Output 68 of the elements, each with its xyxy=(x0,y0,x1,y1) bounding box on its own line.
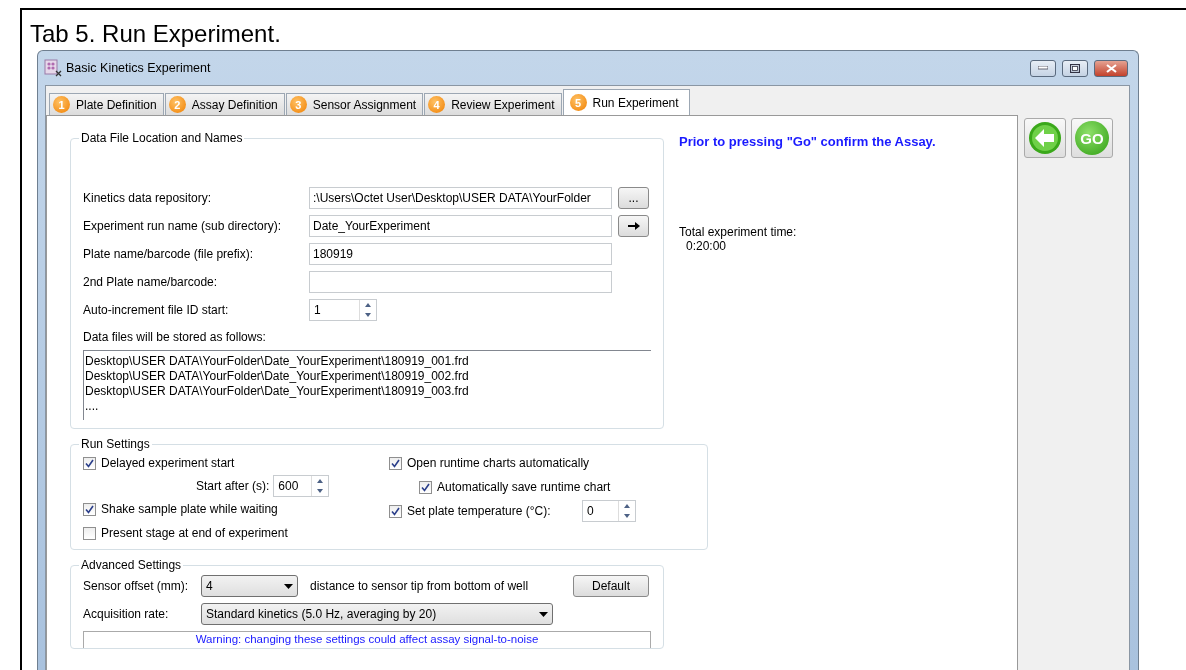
time-label: Total experiment time: xyxy=(679,225,798,239)
file-path: Desktop\USER DATA\YourFolder\Date_YourExperiment\180919_002.frd xyxy=(85,369,470,384)
figure-caption: Tab 5. Run Experiment. xyxy=(29,19,282,49)
group-title: Advanced Settings xyxy=(80,558,183,572)
checkbox[interactable] xyxy=(389,504,402,518)
checkbox-label: Shake sample plate while waiting xyxy=(101,502,278,516)
field-label: Sensor offset (mm): xyxy=(83,579,190,593)
warning-text: Warning: changing these settings could affect assay signal-to-noise xyxy=(83,631,651,648)
instruction-text: Prior to pressing "Go" confirm the Assay. xyxy=(679,134,936,149)
tab[interactable]: 5 Run Experiment xyxy=(562,89,690,115)
tab[interactable]: 2 Assay Definition xyxy=(164,93,285,115)
text-field[interactable]: 180919 xyxy=(309,243,612,265)
dropdown[interactable]: Standard kinetics (5.0 Hz, averaging by 20) xyxy=(201,603,553,625)
text-field[interactable]: :\Users\Octet User\Desktop\USER DATA\YourFolder xyxy=(309,187,612,209)
right-arrow-icon xyxy=(627,221,640,231)
field-label: Data files will be stored as follows: xyxy=(83,330,267,344)
file-path: Desktop\USER DATA\YourFolder\Date_YourExperiment\180919_003.frd xyxy=(85,384,470,399)
field-label: Kinetics data repository: xyxy=(83,191,213,205)
field-label: Plate name/barcode (file prefix): xyxy=(83,247,255,261)
arrow-button[interactable] xyxy=(618,215,649,237)
step-number-badge: 1 xyxy=(53,96,70,113)
checkbox[interactable] xyxy=(389,456,402,470)
minimize-icon xyxy=(1038,66,1048,70)
window-title: Basic Kinetics Experiment xyxy=(66,61,211,75)
field-label: Acquisition rate: xyxy=(83,607,170,621)
step-number-badge: 5 xyxy=(569,94,587,111)
step-number-badge: 2 xyxy=(168,96,186,113)
maximize-button[interactable] xyxy=(1062,59,1088,77)
close-icon xyxy=(1105,63,1117,73)
app-icon xyxy=(44,59,62,77)
spinner-field[interactable]: 0 xyxy=(582,500,636,522)
text-field[interactable]: Date_YourExperiment xyxy=(309,215,612,237)
field-description: distance to sensor tip from bottom of well xyxy=(310,579,530,593)
checkbox[interactable] xyxy=(83,456,96,470)
checkbox[interactable] xyxy=(83,526,96,540)
minimize-button[interactable] xyxy=(1030,59,1056,77)
checkbox[interactable] xyxy=(419,480,432,494)
checkbox-label: Open runtime charts automatically xyxy=(407,456,590,470)
checkbox[interactable] xyxy=(83,502,96,516)
time-value: 0:20:00 xyxy=(685,239,728,253)
tab[interactable]: 3 Sensor Assignment xyxy=(285,93,424,115)
checkbox-label: Present stage at end of experiment xyxy=(101,526,288,540)
browse-button[interactable]: ... xyxy=(618,187,649,209)
dropdown[interactable]: 4 xyxy=(201,575,298,597)
spinner-field[interactable]: 600 xyxy=(273,475,330,497)
checkbox-label: Set plate temperature (°C): xyxy=(407,504,552,518)
group-title: Data File Location and Names xyxy=(80,131,244,145)
file-path: Desktop\USER DATA\YourFolder\Date_YourExperiment\180919_001.frd xyxy=(85,354,470,369)
close-button[interactable] xyxy=(1094,59,1128,77)
tab[interactable]: 4 Review Experiment xyxy=(424,93,562,115)
field-label: 2nd Plate name/barcode: xyxy=(83,275,219,289)
field-label: Start after (s): xyxy=(196,479,270,493)
field-label: Experiment run name (sub directory): xyxy=(83,219,283,233)
group-title: Run Settings xyxy=(80,437,151,451)
caret-icon xyxy=(539,611,548,617)
step-number-badge: 4 xyxy=(428,96,446,113)
tab[interactable]: 1 Plate Definition xyxy=(49,93,164,115)
caret-icon xyxy=(284,583,293,589)
back-button[interactable] xyxy=(1024,118,1066,158)
maximize-icon xyxy=(1070,63,1080,73)
step-number-badge: 3 xyxy=(289,96,307,113)
file-path: .... xyxy=(85,399,100,414)
checkbox-label: Delayed experiment start xyxy=(101,456,235,470)
checkbox-label: Automatically save runtime chart xyxy=(437,480,611,494)
default-button[interactable]: Default xyxy=(573,575,649,597)
field-label: Auto-increment file ID start: xyxy=(83,303,230,317)
spinner-field[interactable]: 1 xyxy=(309,299,377,321)
text-field[interactable] xyxy=(309,271,612,293)
